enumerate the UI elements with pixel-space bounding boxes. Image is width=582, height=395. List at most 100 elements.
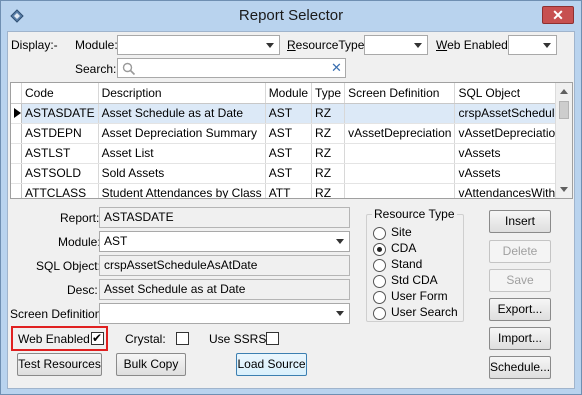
insert-button[interactable]: Insert bbox=[489, 210, 551, 233]
table-row[interactable]: ATTCLASS Student Attendances by Class ATT R… bbox=[11, 183, 572, 198]
row-indicator[interactable] bbox=[11, 123, 22, 144]
crystal-checkbox[interactable] bbox=[176, 332, 189, 345]
use-ssrs-checkbox[interactable] bbox=[266, 332, 279, 345]
resource-type-title: Resource Type bbox=[372, 207, 457, 221]
resource-type-option-label[interactable]: Stand bbox=[391, 257, 422, 271]
table-cell[interactable]: AST bbox=[265, 103, 313, 124]
search-input[interactable]: ✕ bbox=[117, 58, 346, 78]
table-cell[interactable]: ASTDEPN bbox=[21, 123, 99, 144]
column-header[interactable]: Description bbox=[98, 83, 266, 104]
resource-type-option-label[interactable]: User Form bbox=[391, 289, 448, 303]
resource-type-option-label[interactable]: Site bbox=[391, 225, 412, 239]
table-cell[interactable]: RZ bbox=[311, 123, 346, 144]
desc-field[interactable]: Asset Schedule as at Date bbox=[99, 279, 350, 300]
table-cell[interactable]: RZ bbox=[311, 183, 346, 198]
row-indicator[interactable] bbox=[11, 143, 22, 164]
resource-type-radio[interactable] bbox=[373, 259, 386, 272]
table-cell[interactable]: ASTSOLD bbox=[21, 163, 99, 184]
resource-type-radio[interactable] bbox=[373, 307, 386, 320]
table-cell[interactable]: ATT bbox=[265, 183, 313, 198]
table-cell[interactable]: AST bbox=[265, 123, 313, 144]
scroll-down-icon[interactable] bbox=[560, 187, 568, 192]
table-cell[interactable]: Asset Schedule as at Date bbox=[98, 103, 266, 124]
test-resources-button[interactable]: Test Resources bbox=[17, 353, 102, 376]
schedule-button[interactable]: Schedule... bbox=[489, 356, 551, 379]
scroll-thumb[interactable] bbox=[559, 101, 569, 119]
table-cell[interactable]: RZ bbox=[311, 163, 346, 184]
screen-definition-dropdown[interactable] bbox=[99, 303, 350, 324]
import-button[interactable]: Import... bbox=[489, 327, 551, 350]
reports-table: Code Description Module Type Screen Definiti… bbox=[11, 83, 572, 198]
table-cell[interactable] bbox=[344, 103, 456, 124]
filter-module-label: Module: bbox=[75, 38, 118, 52]
title-bar[interactable]: Report Selector ✕ bbox=[1, 1, 581, 31]
table-cell[interactable] bbox=[344, 183, 456, 198]
table-cell[interactable]: ASTASDATE bbox=[21, 103, 99, 124]
reports-grid[interactable]: Code Description Module Type Screen Definiti… bbox=[10, 82, 573, 199]
table-cell[interactable]: AST bbox=[265, 163, 313, 184]
table-cell[interactable]: RZ bbox=[311, 143, 346, 164]
scroll-up-icon[interactable] bbox=[560, 89, 568, 94]
module-filter-dropdown[interactable] bbox=[117, 35, 280, 55]
web-enabled-label: Web Enabled: bbox=[18, 332, 94, 346]
table-cell[interactable]: Sold Assets bbox=[98, 163, 266, 184]
clear-search-icon[interactable]: ✕ bbox=[331, 60, 342, 76]
desc-label: Desc: bbox=[67, 283, 98, 297]
column-header[interactable]: Screen Definition bbox=[344, 83, 456, 104]
current-row-pointer-icon bbox=[14, 108, 21, 118]
chevron-down-icon bbox=[266, 43, 274, 48]
chevron-down-icon bbox=[543, 43, 551, 48]
save-button[interactable]: Save bbox=[489, 269, 551, 292]
close-button[interactable]: ✕ bbox=[542, 6, 574, 24]
table-cell[interactable]: Student Attendances by Class bbox=[98, 183, 266, 198]
grid-vertical-scrollbar[interactable] bbox=[555, 83, 572, 198]
sql-object-field[interactable]: crspAssetScheduleAsAtDate bbox=[99, 255, 350, 276]
row-indicator[interactable] bbox=[11, 183, 22, 198]
search-label: Search: bbox=[75, 62, 117, 76]
row-indicator-header bbox=[11, 83, 22, 104]
web-enabled-checkbox[interactable]: ✔ bbox=[91, 331, 104, 345]
resource-type-radio[interactable] bbox=[373, 291, 386, 304]
row-indicator[interactable] bbox=[11, 163, 22, 184]
table-cell[interactable]: Asset List bbox=[98, 143, 266, 164]
web-enabled-filter-dropdown[interactable] bbox=[508, 35, 557, 55]
table-cell[interactable]: Asset Depreciation Summary bbox=[98, 123, 266, 144]
column-header[interactable]: Module bbox=[265, 83, 313, 104]
resource-type-filter-dropdown[interactable] bbox=[364, 35, 428, 55]
report-label: Report: bbox=[60, 211, 100, 225]
load-source-button[interactable]: Load Source bbox=[236, 353, 307, 376]
resource-type-filter-label: ResourceType: bbox=[287, 38, 368, 52]
report-field[interactable]: ASTASDATE bbox=[99, 207, 350, 228]
export-button[interactable]: Export... bbox=[489, 298, 551, 321]
display-label: Display:- bbox=[11, 38, 58, 52]
checkmark-icon: ✔ bbox=[92, 331, 103, 345]
table-cell[interactable]: ASTLST bbox=[21, 143, 99, 164]
client-area: Display:- Module: ResourceType: Web Enab… bbox=[7, 31, 575, 389]
column-header[interactable]: Type bbox=[311, 83, 346, 104]
resource-type-radio[interactable] bbox=[373, 227, 386, 240]
resource-type-radio[interactable] bbox=[373, 243, 386, 256]
resource-type-option-label[interactable]: CDA bbox=[391, 241, 416, 255]
table-cell[interactable] bbox=[344, 163, 456, 184]
use-ssrs-label: Use SSRS: bbox=[209, 332, 270, 346]
bulk-copy-button[interactable]: Bulk Copy bbox=[116, 353, 186, 376]
table-cell[interactable] bbox=[344, 143, 456, 164]
table-row[interactable]: ASTDEPN Asset Depreciation Summary AST RZ vA… bbox=[11, 123, 572, 144]
resource-type-option-label[interactable]: User Search bbox=[391, 305, 458, 319]
row-indicator[interactable] bbox=[11, 103, 22, 124]
table-cell[interactable]: RZ bbox=[311, 103, 346, 124]
table-row[interactable]: ASTLST Asset List AST RZ vAssets bbox=[11, 143, 572, 164]
sql-object-label: SQL Object: bbox=[36, 259, 101, 273]
table-row[interactable]: ASTSOLD Sold Assets AST RZ vAssets bbox=[11, 163, 572, 184]
window-title: Report Selector bbox=[238, 7, 344, 24]
module-dropdown[interactable]: AST bbox=[99, 231, 350, 252]
table-cell[interactable]: AST bbox=[265, 143, 313, 164]
table-cell[interactable]: vAssetDepreciation bbox=[344, 123, 456, 144]
resource-type-option-label[interactable]: Std CDA bbox=[391, 273, 438, 287]
delete-button[interactable]: Delete bbox=[489, 240, 551, 263]
table-cell[interactable]: ATTCLASS bbox=[21, 183, 99, 198]
column-header[interactable]: Code bbox=[21, 83, 99, 104]
resource-type-radio[interactable] bbox=[373, 275, 386, 288]
table-row[interactable]: ASTASDATE Asset Schedule as at Date AST RZ c… bbox=[11, 103, 572, 124]
chevron-down-icon bbox=[336, 239, 344, 244]
